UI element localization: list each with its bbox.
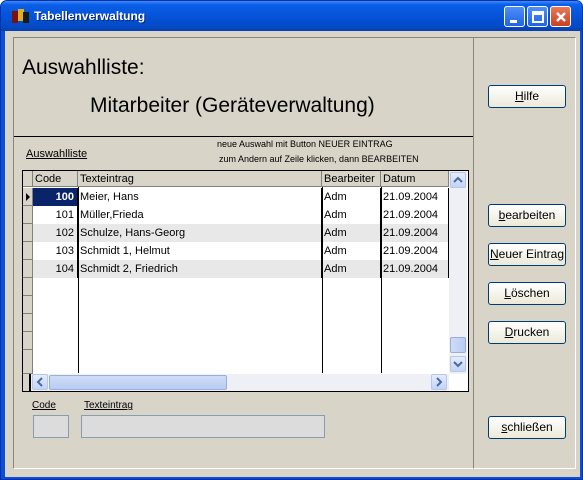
window-title: Tabellenverwaltung bbox=[34, 9, 146, 23]
cell-editor[interactable]: Adm bbox=[322, 242, 381, 260]
cell-date[interactable]: 21.09.2004 bbox=[381, 224, 449, 242]
button-panel: Hilfe bearbeiten Neuer Eintrag Löschen D… bbox=[473, 37, 576, 469]
close-window-button[interactable] bbox=[550, 6, 571, 27]
scrollbar-corner bbox=[23, 374, 31, 391]
scroll-down-button[interactable] bbox=[450, 356, 466, 372]
new-entry-button-label: euer Eintrag bbox=[498, 247, 565, 261]
column-divider bbox=[322, 187, 323, 373]
cell-code[interactable]: 100 bbox=[33, 188, 78, 206]
edit-button-label: earbeiten bbox=[505, 208, 556, 222]
cell-code[interactable]: 104 bbox=[33, 260, 78, 278]
cell-editor[interactable]: Adm bbox=[322, 206, 381, 224]
new-entry-button-mnemonic: N bbox=[489, 247, 499, 261]
close-icon bbox=[556, 12, 566, 22]
print-button-mnemonic: D bbox=[504, 325, 514, 339]
column-header-date[interactable]: Datum bbox=[381, 171, 449, 187]
list-label: Auswahlliste bbox=[26, 148, 88, 160]
delete-button-label: öschen bbox=[510, 286, 550, 300]
scroll-left-button[interactable] bbox=[32, 374, 48, 390]
cell-text[interactable]: Schmidt 1, Helmut bbox=[78, 242, 322, 260]
cell-code[interactable]: 101 bbox=[33, 206, 78, 224]
row-selector bbox=[23, 314, 33, 332]
scroll-up-button[interactable] bbox=[450, 172, 466, 188]
help-button-label: ilfe bbox=[523, 89, 539, 103]
delete-button[interactable]: Löschen bbox=[488, 282, 566, 305]
entries-table[interactable]: Code Texteintrag Bearbeiter Datum 100 Me… bbox=[22, 170, 469, 392]
close-button[interactable]: schließen bbox=[488, 416, 566, 439]
cell-text[interactable]: Schulze, Hans-Georg bbox=[78, 224, 322, 242]
maximize-button[interactable] bbox=[527, 6, 548, 27]
minimize-button[interactable] bbox=[504, 6, 525, 27]
row-selector bbox=[23, 350, 33, 374]
cell-editor[interactable]: Adm bbox=[322, 260, 381, 278]
maximize-icon bbox=[532, 11, 544, 23]
chevron-left-icon bbox=[36, 377, 43, 387]
cell-editor[interactable]: Adm bbox=[322, 224, 381, 242]
table-row[interactable]: 103 Schmidt 1, Helmut Adm 21.09.2004 bbox=[23, 242, 449, 260]
hint-edit: zum Andern auf Zeile klicken, dann BEARB… bbox=[219, 154, 419, 164]
chevron-up-icon bbox=[453, 176, 463, 183]
list-panel: Auswahlliste: Mitarbeiter (Geräteverwalt… bbox=[13, 37, 474, 469]
page-subtitle: Mitarbeiter (Geräteverwaltung) bbox=[90, 94, 375, 117]
print-button-label: rucken bbox=[513, 325, 550, 339]
print-button[interactable]: Drucken bbox=[488, 321, 566, 344]
row-selector[interactable] bbox=[23, 224, 33, 242]
row-selector bbox=[23, 332, 33, 350]
help-button[interactable]: Hilfe bbox=[488, 85, 566, 108]
cell-editor[interactable]: Adm bbox=[322, 188, 381, 206]
horizontal-scrollbar[interactable] bbox=[31, 374, 449, 391]
vertical-scroll-thumb[interactable] bbox=[450, 337, 466, 353]
cell-date[interactable]: 21.09.2004 bbox=[381, 260, 449, 278]
chevron-down-icon bbox=[453, 361, 463, 368]
table-header: Code Texteintrag Bearbeiter Datum bbox=[23, 171, 449, 187]
row-selector[interactable] bbox=[23, 206, 33, 224]
horizontal-scroll-thumb[interactable] bbox=[49, 375, 227, 390]
code-field[interactable] bbox=[33, 415, 69, 438]
vertical-scrollbar[interactable] bbox=[449, 171, 467, 374]
hint-new-entry: neue Auswahl mit Button NEUER EINTRAG bbox=[217, 139, 393, 149]
cell-date[interactable]: 21.09.2004 bbox=[381, 188, 449, 206]
column-header-code[interactable]: Code bbox=[33, 171, 78, 187]
new-entry-button[interactable]: Neuer Eintrag bbox=[488, 243, 566, 266]
code-field-label: Code bbox=[32, 400, 56, 411]
close-button-label: chließen bbox=[507, 420, 553, 434]
edit-button[interactable]: bearbeiten bbox=[488, 204, 566, 227]
separator bbox=[14, 136, 474, 137]
help-button-mnemonic: H bbox=[514, 89, 524, 103]
column-header-text[interactable]: Texteintrag bbox=[78, 171, 322, 187]
cell-text[interactable]: Schmidt 2, Friedrich bbox=[78, 260, 322, 278]
title-bar[interactable]: Tabellenverwaltung bbox=[1, 1, 582, 31]
column-divider bbox=[381, 187, 382, 373]
cell-code[interactable]: 102 bbox=[33, 224, 78, 242]
table-row[interactable]: 101 Müller,Frieda Adm 21.09.2004 bbox=[23, 206, 449, 224]
row-selector-header bbox=[23, 171, 33, 187]
app-icon bbox=[12, 9, 29, 23]
row-selector[interactable] bbox=[23, 188, 33, 206]
delete-button-mnemonic: L bbox=[504, 286, 511, 300]
text-field[interactable] bbox=[81, 415, 325, 438]
scroll-right-button[interactable] bbox=[431, 374, 447, 390]
table-row[interactable]: 100 Meier, Hans Adm 21.09.2004 bbox=[23, 188, 449, 206]
cell-date[interactable]: 21.09.2004 bbox=[381, 242, 449, 260]
dialog-client: Auswahlliste: Mitarbeiter (Geräteverwalt… bbox=[5, 31, 580, 477]
table-row[interactable]: 104 Schmidt 2, Friedrich Adm 21.09.2004 bbox=[23, 260, 449, 278]
cell-code[interactable]: 103 bbox=[33, 242, 78, 260]
row-selector bbox=[23, 278, 33, 296]
row-selector bbox=[23, 296, 33, 314]
row-selector[interactable] bbox=[23, 260, 33, 278]
row-selector[interactable] bbox=[23, 242, 33, 260]
column-divider bbox=[78, 187, 79, 373]
table-row[interactable]: 102 Schulze, Hans-Georg Adm 21.09.2004 bbox=[23, 224, 449, 242]
chevron-right-icon bbox=[436, 377, 443, 387]
minimize-icon bbox=[510, 20, 517, 23]
cell-text[interactable]: Meier, Hans bbox=[78, 188, 322, 206]
page-title: Auswahlliste: bbox=[22, 56, 145, 79]
main-window: Tabellenverwaltung Auswahlliste: Mitarbe… bbox=[0, 0, 583, 480]
cell-text[interactable]: Müller,Frieda bbox=[78, 206, 322, 224]
text-field-label: Texteintrag bbox=[84, 400, 133, 411]
column-header-editor[interactable]: Bearbeiter bbox=[322, 171, 381, 187]
current-row-icon bbox=[26, 193, 30, 201]
cell-date[interactable]: 21.09.2004 bbox=[381, 206, 449, 224]
